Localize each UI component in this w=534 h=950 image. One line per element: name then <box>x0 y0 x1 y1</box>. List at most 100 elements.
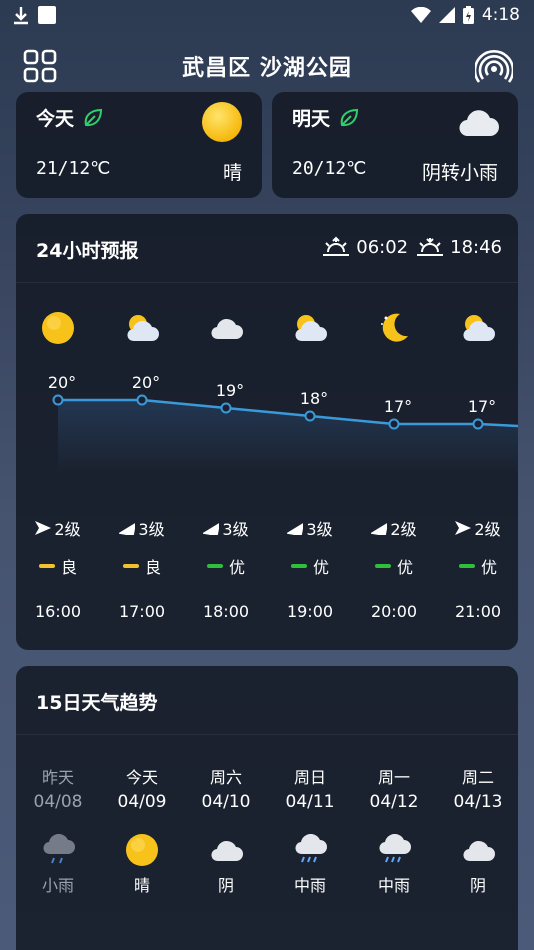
hour-time: 17:00 <box>118 602 166 621</box>
cloud-icon <box>184 830 268 870</box>
sun-icon <box>200 100 244 148</box>
today-card[interactable]: 今天 21/12℃ 晴 <box>16 92 262 198</box>
hour-time: 21:00 <box>454 602 502 621</box>
cloud-icon <box>436 830 520 870</box>
day-condition: 阴 <box>217 876 234 895</box>
hour-aqi: 优 <box>436 554 520 578</box>
day-date: 04/09 <box>117 792 167 812</box>
wind-direction-icon <box>35 521 52 535</box>
temperature-label: 19° <box>216 381 244 400</box>
aqi-color-bar <box>290 564 307 568</box>
partly-cloudy-icon <box>268 308 352 348</box>
temperature-area <box>58 400 518 474</box>
temperature-label: 20° <box>48 373 76 392</box>
daily-forecast-card: 15日天气趋势 昨天 04/08 小雨 今天 04/09 晴 周六 04/10 阴 周日 04/11… <box>16 666 518 950</box>
cloud-icon <box>184 308 268 348</box>
hour-wind: 2级 <box>352 516 436 540</box>
day-name: 昨天 <box>41 768 74 787</box>
battery-icon <box>462 6 474 24</box>
tomorrow-condition: 阴转小雨 <box>421 162 498 184</box>
wind-level: 2级 <box>54 520 81 539</box>
aqi-color-bar <box>38 564 55 568</box>
moon-icon <box>352 308 436 348</box>
hour-wind: 3级 <box>184 516 268 540</box>
leaf-icon <box>340 108 359 126</box>
day-date: 04/12 <box>369 792 419 812</box>
signal-icon <box>438 7 455 23</box>
tomorrow-card[interactable]: 明天 20/12℃ 阴转小雨 <box>272 92 518 198</box>
aqi-label: 优 <box>312 558 329 577</box>
hour-time: 20:00 <box>370 602 418 621</box>
today-condition: 晴 <box>222 162 242 184</box>
day-date: 04/11 <box>285 792 335 812</box>
tomorrow-label: 明天 <box>292 108 331 130</box>
hour-wind: 2级 <box>16 516 100 540</box>
temperature-label: 17° <box>384 397 412 416</box>
hour-time: 16:00 <box>34 602 82 621</box>
day-name: 周一 <box>377 768 410 787</box>
wind-direction-icon <box>203 522 220 535</box>
hour-aqi: 良 <box>16 554 100 578</box>
day-condition: 阴 <box>469 876 486 895</box>
wifi-icon <box>410 7 431 23</box>
hour-wind: 3级 <box>100 516 184 540</box>
aqi-label: 优 <box>396 558 413 577</box>
rain-heavy-icon <box>352 830 436 870</box>
day-condition: 中雨 <box>293 876 326 895</box>
aqi-label: 良 <box>60 558 77 577</box>
day-name: 周二 <box>461 768 494 787</box>
aqi-color-bar <box>206 564 223 568</box>
broadcast-icon <box>475 50 513 83</box>
status-bar: 4:18 <box>0 0 534 30</box>
cloud-icon <box>456 106 500 144</box>
day-name: 今天 <box>125 768 158 787</box>
aqi-color-bar <box>374 564 391 568</box>
hour-aqi: 优 <box>184 554 268 578</box>
temperature-point <box>220 402 232 414</box>
hour-wind: 2级 <box>436 516 520 540</box>
hour-time: 19:00 <box>286 602 334 621</box>
broadcast-button[interactable] <box>474 46 514 86</box>
sunrise-time: 06:02 <box>356 236 409 258</box>
notification-icon <box>38 6 56 24</box>
menu-grid-button[interactable] <box>20 46 60 86</box>
aqi-label: 优 <box>228 558 245 577</box>
day-condition: 晴 <box>133 876 150 895</box>
aqi-label: 优 <box>480 558 497 577</box>
clock-time: 4:18 <box>481 5 520 25</box>
aqi-color-bar <box>122 564 139 568</box>
wind-direction-icon <box>287 522 304 535</box>
app-header: 武昌区 沙湖公园 <box>0 38 534 94</box>
hour-aqi: 良 <box>100 554 184 578</box>
temperature-point <box>472 418 484 430</box>
day-date: 04/10 <box>201 792 251 812</box>
wind-level: 2级 <box>390 520 417 539</box>
divider <box>16 282 518 283</box>
grid-icon <box>23 49 57 83</box>
leaf-icon <box>84 108 103 126</box>
temperature-point <box>52 394 64 406</box>
sunset-time: 18:46 <box>450 236 502 258</box>
hour-aqi: 优 <box>268 554 352 578</box>
day-condition: 小雨 <box>41 876 74 895</box>
location-title[interactable]: 武昌区 沙湖公园 <box>182 50 352 82</box>
wind-direction-icon <box>455 521 472 535</box>
wind-level: 3级 <box>222 520 249 539</box>
temperature-line-chart: 20° 20° 19° 18° 17° 17° <box>48 373 518 474</box>
temperature-point <box>304 410 316 422</box>
hour-wind: 3级 <box>268 516 352 540</box>
hourly-forecast-title: 24小时预报 <box>36 240 139 262</box>
day-name: 周六 <box>209 768 242 787</box>
temperature-point <box>136 394 148 406</box>
aqi-label: 良 <box>144 558 161 577</box>
day-date: 04/13 <box>453 792 503 812</box>
temperature-label: 20° <box>132 373 160 392</box>
sunrise-icon <box>323 236 350 256</box>
temperature-label: 18° <box>300 389 328 408</box>
download-icon <box>14 7 28 25</box>
hourly-forecast-card: 24小时预报 06:02 18:46 2级良 16:00 3级良 17:00 3级优 18… <box>16 214 518 650</box>
day-condition: 中雨 <box>377 876 410 895</box>
day-name: 周日 <box>293 768 326 787</box>
sunset-icon <box>417 238 444 256</box>
sun-icon <box>100 830 184 870</box>
